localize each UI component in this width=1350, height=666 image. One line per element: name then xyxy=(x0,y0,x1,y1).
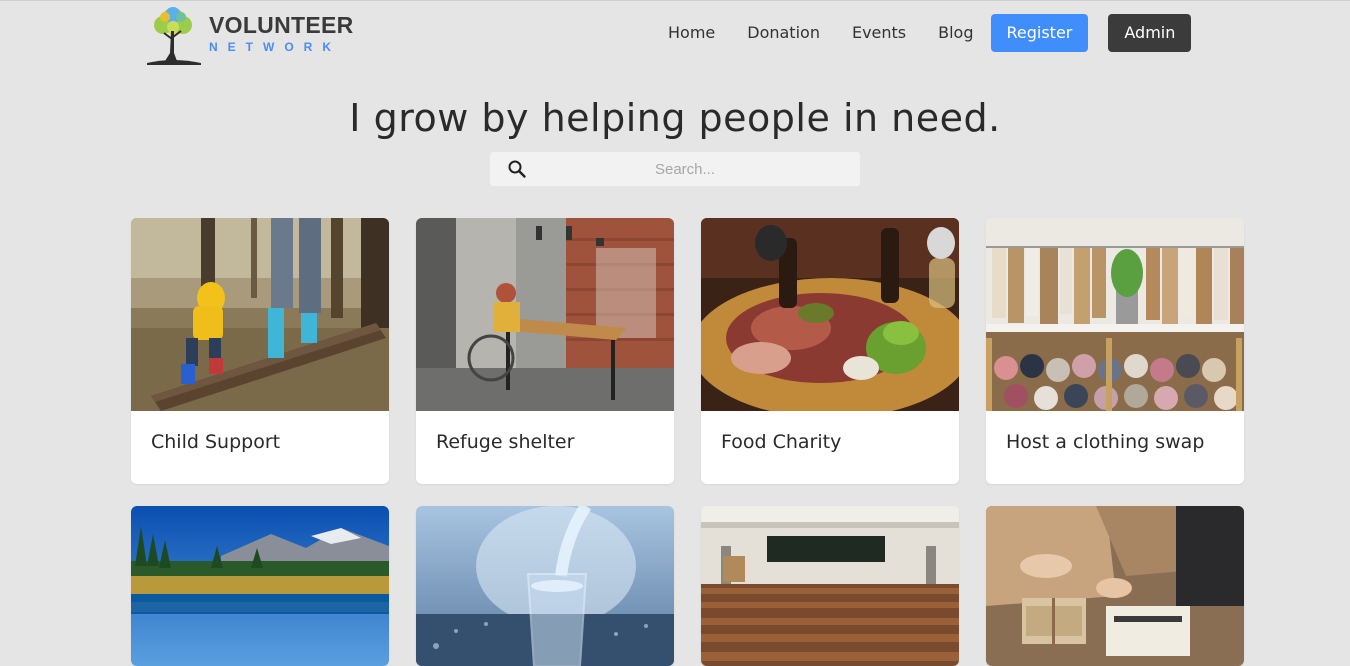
event-card[interactable] xyxy=(416,506,674,666)
search-bar xyxy=(490,152,860,186)
nav-link-blog[interactable]: Blog xyxy=(922,14,989,52)
admin-button[interactable]: Admin xyxy=(1108,14,1192,52)
register-button[interactable]: Register xyxy=(990,14,1089,52)
event-card[interactable]: Child Support xyxy=(131,218,389,484)
event-card-title: Food Charity xyxy=(721,431,842,453)
site-header: VOLUNTEER NETWORK Home Donation Events B… xyxy=(0,1,1350,67)
mountain-lake-landscape-photo xyxy=(131,506,389,666)
clothing-rack-and-fabric-rolls-photo xyxy=(986,218,1244,411)
event-card[interactable]: Host a clothing swap xyxy=(986,218,1244,484)
food-platter-photo xyxy=(701,218,959,411)
nav-link-events[interactable]: Events xyxy=(836,14,922,52)
search-input[interactable] xyxy=(540,152,830,186)
water-pouring-into-glass-photo xyxy=(416,506,674,666)
empty-lecture-hall-photo xyxy=(701,506,959,666)
packing-books-box-photo xyxy=(986,506,1244,666)
main-nav: Home Donation Events Blog Register Admin xyxy=(652,14,1192,52)
event-card[interactable] xyxy=(131,506,389,666)
page-title: I grow by helping people in need. xyxy=(349,96,1001,140)
event-card-title: Host a clothing swap xyxy=(1006,431,1205,453)
nav-link-home[interactable]: Home xyxy=(652,14,731,52)
event-card-title: Refuge shelter xyxy=(436,431,575,453)
event-card[interactable] xyxy=(986,506,1244,666)
event-card-title: Child Support xyxy=(151,431,281,453)
brand-name-line1: VOLUNTEER xyxy=(209,12,354,38)
brand-name-line2: NETWORK xyxy=(209,40,341,54)
brand-logo[interactable]: VOLUNTEER NETWORK xyxy=(143,5,353,65)
event-card[interactable]: Refuge shelter xyxy=(416,218,674,484)
child-walking-on-log-photo xyxy=(131,218,389,411)
event-card[interactable] xyxy=(701,506,959,666)
woman-in-wheelchair-at-desk-photo xyxy=(416,218,674,411)
search-icon[interactable] xyxy=(507,159,527,179)
nav-link-donation[interactable]: Donation xyxy=(731,14,836,52)
event-card[interactable]: Food Charity xyxy=(701,218,959,484)
tree-icon xyxy=(147,7,201,65)
